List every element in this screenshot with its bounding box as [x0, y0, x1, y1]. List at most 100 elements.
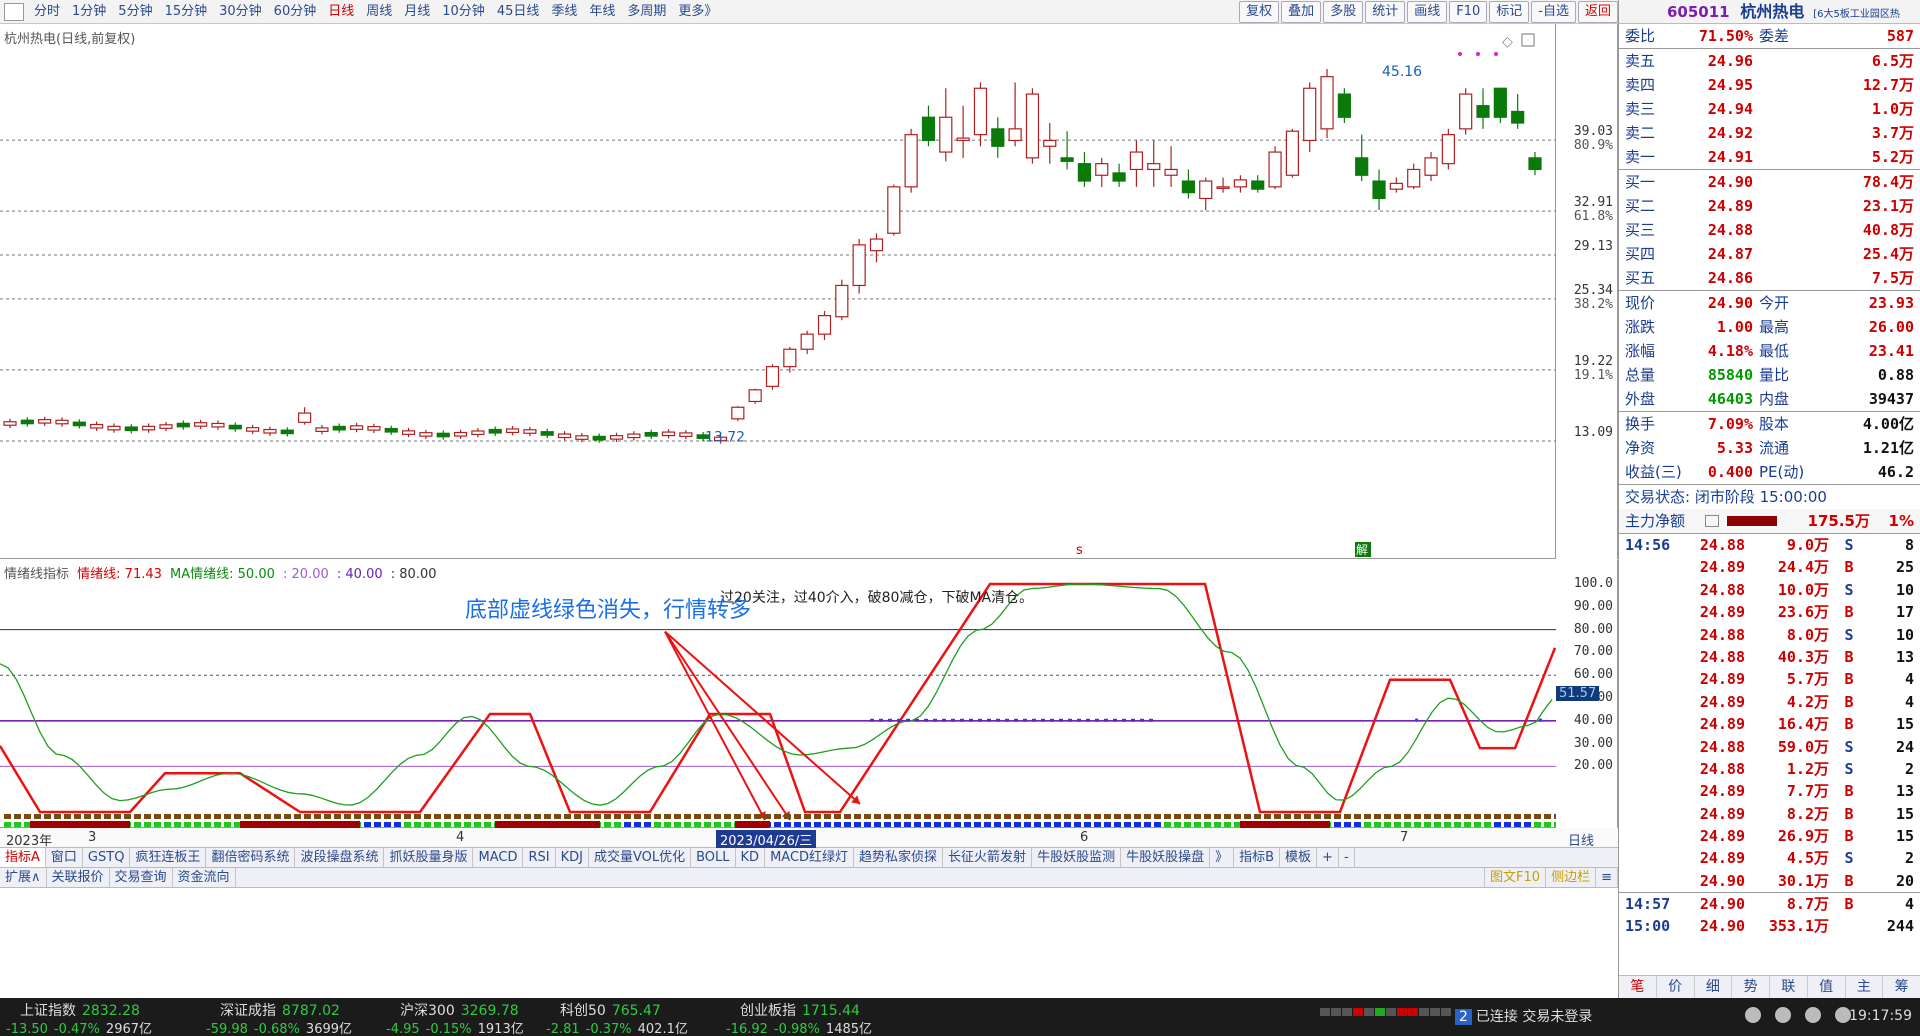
- signal-cell: [1414, 822, 1421, 827]
- period-tab[interactable]: 月线: [398, 1, 436, 23]
- indicator-tab[interactable]: MACD红绿灯: [765, 848, 855, 867]
- indicator-tab[interactable]: MACD: [473, 848, 524, 867]
- mark-button[interactable]: 标记: [1489, 0, 1530, 23]
- draw-button[interactable]: 画线: [1407, 0, 1448, 23]
- indicator-tab[interactable]: 波段操盘系统: [295, 848, 385, 867]
- related-quotes-tab[interactable]: 关联报价: [47, 868, 110, 887]
- candle: [3, 418, 17, 429]
- stock-name[interactable]: 杭州热电: [1740, 2, 1804, 21]
- quote-tab[interactable]: 笔: [1619, 976, 1657, 998]
- period-tab[interactable]: 分时: [28, 1, 66, 23]
- indicator-tab[interactable]: -: [1339, 848, 1355, 867]
- quote-tab[interactable]: 值: [1808, 976, 1846, 998]
- period-tab[interactable]: 60分钟: [268, 1, 323, 23]
- period-tab[interactable]: 15分钟: [159, 1, 214, 23]
- more-periods-button[interactable]: 更多》: [672, 1, 723, 23]
- indicator-tab[interactable]: KDJ: [556, 848, 589, 867]
- sidebar-toggle[interactable]: 侧边栏: [1546, 868, 1597, 887]
- tick-time: [1625, 803, 1677, 825]
- tick-list[interactable]: 14:56 24.88 9.0万 S 8 24.89 24.4万 B 25 24.88 10.0万 S…: [1619, 534, 1920, 937]
- indicator-tab[interactable]: 抓妖股量身版: [384, 848, 474, 867]
- stat-value: 0.400: [1707, 463, 1753, 481]
- overlay-button[interactable]: 叠加: [1281, 0, 1322, 23]
- indicator-tab[interactable]: 趋势私家侦探: [854, 848, 944, 867]
- shirt-icon[interactable]: [1775, 1007, 1791, 1023]
- period-tab[interactable]: 周线: [360, 1, 398, 23]
- period-tab[interactable]: 5分钟: [112, 1, 158, 23]
- menu-icon[interactable]: ≡: [1596, 868, 1618, 887]
- indicator-tab[interactable]: 窗口: [46, 848, 83, 867]
- indicator-tab[interactable]: 长征火箭发射: [943, 848, 1033, 867]
- stats-button[interactable]: 统计: [1365, 0, 1406, 23]
- headset-icon[interactable]: [1745, 1007, 1761, 1023]
- indicator-tab[interactable]: BOLL: [691, 848, 736, 867]
- cursor-date: 2023/04/26/三: [716, 830, 817, 849]
- level-label: 买二: [1625, 197, 1656, 215]
- trade-query-tab[interactable]: 交易查询: [110, 868, 173, 887]
- quote-tab[interactable]: 细: [1695, 976, 1733, 998]
- candlestick-pane[interactable]: 杭州热电(日线,前复权) 45.16 13.72 s 解 ◇: [0, 24, 1556, 559]
- window-menu-icon[interactable]: [4, 2, 24, 21]
- connection-status[interactable]: 2 已连接 交易未登录: [1455, 1006, 1592, 1026]
- signal-cell: [1094, 814, 1101, 819]
- level-volume: 7.5万: [1871, 269, 1914, 287]
- indicator-tab[interactable]: 疯狂连板王: [130, 848, 207, 867]
- expand-button[interactable]: 扩展∧: [0, 868, 47, 887]
- index-quote[interactable]: 创业板指 1715.44: [740, 1000, 860, 1020]
- period-tab[interactable]: 30分钟: [213, 1, 268, 23]
- back-button[interactable]: 返回: [1577, 0, 1618, 23]
- stock-code[interactable]: 605011: [1667, 3, 1730, 21]
- indicator-tab[interactable]: 》: [1210, 848, 1235, 867]
- fund-flow-tab[interactable]: 资金流向: [173, 868, 236, 887]
- candle: [1459, 88, 1473, 135]
- indicator-tab[interactable]: +: [1317, 848, 1339, 867]
- signal-cell: [444, 814, 451, 819]
- signal-cell: [44, 814, 51, 819]
- indicator-tab[interactable]: 牛股妖股监测: [1032, 848, 1122, 867]
- indicator-tab[interactable]: 成交量VOL优化: [589, 848, 692, 867]
- indicator-tab[interactable]: KD: [736, 848, 766, 867]
- signal-cell: [1124, 822, 1131, 827]
- bell-icon[interactable]: [1805, 1007, 1821, 1023]
- index-quote[interactable]: 科创50 765.47: [560, 1000, 661, 1020]
- multi-stock-button[interactable]: 多股: [1323, 0, 1364, 23]
- signal-cell: [774, 814, 781, 819]
- indicator-tab[interactable]: 模板: [1280, 848, 1318, 867]
- f10-text-tab[interactable]: 图文F10: [1484, 868, 1547, 887]
- indicator-tab[interactable]: 指标B: [1234, 848, 1281, 867]
- index-quote[interactable]: 深证成指 8787.02: [220, 1000, 340, 1020]
- quote-tab[interactable]: 价: [1657, 976, 1695, 998]
- indicator-pane[interactable]: • • 过20关注，过40介入，破80减仓，下破MA清仓。 底部虚线绿色消失，行情转多…: [0, 560, 1561, 843]
- period-tab[interactable]: 年线: [583, 1, 621, 23]
- period-tab[interactable]: 45日线: [491, 1, 546, 23]
- period-tab[interactable]: 10分钟: [436, 1, 491, 23]
- index-quote[interactable]: 上证指数 2832.28: [20, 1000, 140, 1020]
- signal-cell: [834, 814, 841, 819]
- level-price: 24.92: [1707, 124, 1753, 142]
- indicator-tab[interactable]: RSI: [523, 848, 556, 867]
- signal-cell: [654, 814, 661, 819]
- period-tab-daily[interactable]: 日线: [322, 1, 360, 23]
- bottom-zone-bar: [495, 821, 600, 835]
- quote-tab[interactable]: 主: [1846, 976, 1884, 998]
- period-tab[interactable]: 1分钟: [66, 1, 112, 23]
- index-quote[interactable]: 沪深300 3269.78: [400, 1000, 519, 1020]
- remove-watchlist-button[interactable]: -自选: [1531, 0, 1576, 23]
- quote-tab[interactable]: 联: [1770, 976, 1808, 998]
- tick-count: 15: [1895, 715, 1914, 734]
- tick-side: B: [1844, 895, 1854, 914]
- indicator-tab[interactable]: 牛股妖股操盘: [1121, 848, 1211, 867]
- signal-cell: [374, 822, 381, 827]
- signal-cell: [254, 814, 261, 819]
- quote-tab[interactable]: 势: [1732, 976, 1770, 998]
- period-tab[interactable]: 多周期: [621, 1, 672, 23]
- adjust-button[interactable]: 复权: [1239, 0, 1280, 23]
- indicator-tab[interactable]: GSTQ: [83, 848, 131, 867]
- period-tab[interactable]: 季线: [545, 1, 583, 23]
- quote-tab[interactable]: 筹: [1883, 976, 1920, 998]
- f10-button[interactable]: F10: [1449, 0, 1488, 23]
- indicator-tab[interactable]: 翻倍密码系统: [206, 848, 296, 867]
- candle: [783, 346, 797, 373]
- tick-volume: 23.6万: [1777, 603, 1829, 622]
- indicator-tab[interactable]: 指标A: [0, 848, 46, 867]
